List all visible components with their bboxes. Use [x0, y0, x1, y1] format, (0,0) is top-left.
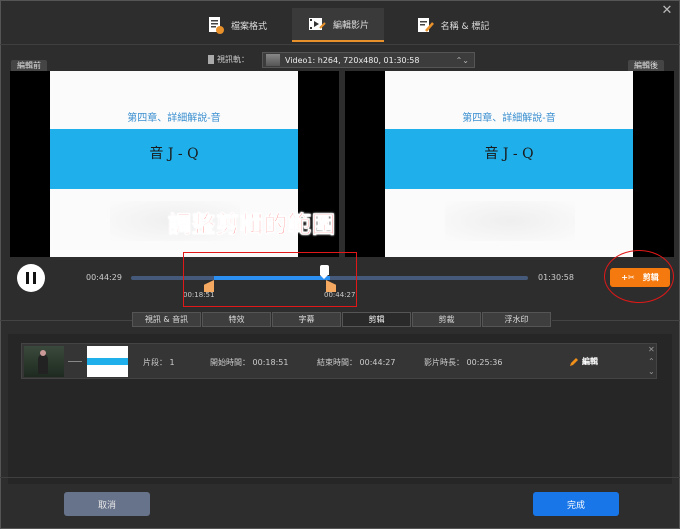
track-value: Video1: h264, 720x480, 01:30:58	[285, 55, 420, 65]
current-time: 00:44:29	[86, 273, 122, 282]
pause-icon	[26, 272, 29, 284]
remove-clip-icon[interactable]: ✕	[648, 345, 655, 354]
done-button[interactable]: 完成	[533, 492, 619, 516]
tab-file-format[interactable]: 檔案格式	[191, 8, 281, 42]
track-thumbnail	[266, 54, 280, 66]
clip-end: 結束時間： 00:44:27	[317, 358, 396, 367]
person-face	[40, 350, 46, 356]
subtab-video-audio[interactable]: 視訊 & 音訊	[132, 312, 201, 327]
track-select[interactable]: Video1: h264, 720x480, 01:30:58 ⌃⌄	[262, 52, 475, 68]
tab-rename-tag[interactable]: 名稱 & 標記	[410, 8, 494, 42]
subtab-subtitles[interactable]: 字幕	[272, 312, 341, 327]
slide-title: 第四章、詳細解說-音	[127, 113, 221, 124]
slide-watermark	[445, 201, 575, 241]
edit-subtabs: 視訊 & 音訊 特效 字幕 剪辑 剪裁 浮水印	[132, 312, 551, 327]
edit-video-icon	[307, 14, 327, 34]
slide-main-text: 音 J - Q	[149, 146, 199, 162]
slide-title: 第四章、詳細解說-音	[462, 113, 556, 124]
preview-after: 第四章、詳細解說-音 音 J - Q	[345, 71, 674, 257]
edit-clip-button[interactable]: 編輯	[569, 356, 598, 367]
video-track-icon	[208, 55, 214, 64]
rename-tag-icon	[415, 15, 435, 35]
chevron-updown-icon: ⌃⌄	[455, 55, 469, 65]
move-down-icon[interactable]: ⌄	[648, 367, 655, 376]
annotation-caption: 調整剪輯的範圍	[168, 212, 336, 239]
file-format-icon	[205, 15, 225, 35]
tab-edit-video[interactable]: 編輯影片	[292, 8, 384, 42]
person-figure	[38, 354, 48, 374]
clip-thumbnail-end	[87, 346, 128, 377]
slide-band	[87, 358, 128, 365]
clip-thumbnail-start	[24, 346, 64, 377]
divider	[552, 320, 680, 321]
move-up-icon[interactable]: ⌃	[648, 357, 655, 366]
divider	[68, 361, 82, 362]
divider	[0, 477, 680, 478]
pause-button[interactable]	[17, 264, 45, 292]
subtab-trim[interactable]: 剪辑	[342, 312, 411, 327]
subtab-crop[interactable]: 剪裁	[412, 312, 481, 327]
clip-segment: 片段： 1	[143, 358, 175, 367]
total-time: 01:30:58	[538, 273, 574, 282]
clip-start: 開始時間： 00:18:51	[210, 358, 289, 367]
tab-label: 名稱 & 標記	[440, 21, 490, 32]
annotation-box	[183, 252, 357, 307]
annotation-circle	[604, 250, 674, 303]
subtab-watermark[interactable]: 浮水印	[482, 312, 551, 327]
clip-duration: 影片時長： 00:25:36	[424, 358, 503, 367]
cancel-button[interactable]: 取消	[64, 492, 150, 516]
pencil-icon	[569, 357, 579, 367]
subtab-effects[interactable]: 特效	[202, 312, 271, 327]
tab-label: 編輯影片	[332, 20, 369, 31]
main-tabbar: 檔案格式 編輯影片 名稱 & 標記	[0, 8, 680, 44]
tab-label: 檔案格式	[230, 21, 267, 32]
divider	[0, 320, 132, 321]
pause-icon-bar	[33, 272, 36, 284]
track-label: 視訊軌：	[217, 55, 249, 64]
divider	[0, 44, 680, 45]
slide-main-text: 音 J - Q	[484, 146, 534, 162]
edit-label: 編輯	[582, 357, 598, 366]
video-frame: 第四章、詳細解說-音 音 J - Q	[385, 71, 633, 257]
